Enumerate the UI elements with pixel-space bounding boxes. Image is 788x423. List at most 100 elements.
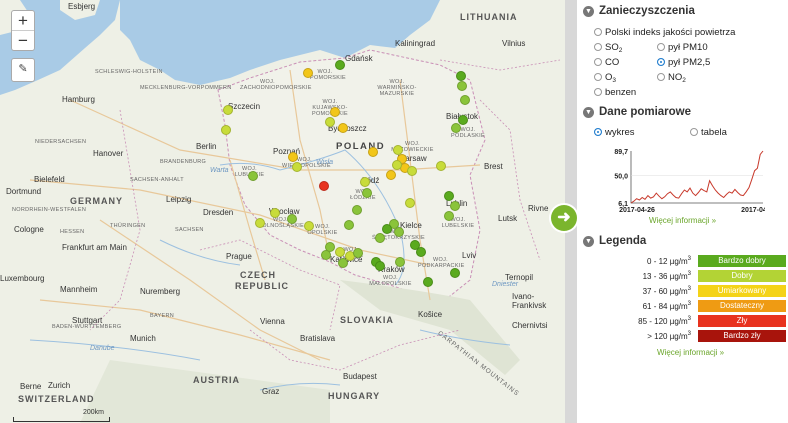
station-marker[interactable] — [416, 247, 426, 257]
station-marker[interactable] — [344, 220, 354, 230]
collapse-triangle-icon: ▼ — [583, 236, 594, 247]
station-marker[interactable] — [375, 261, 385, 271]
station-marker[interactable] — [335, 247, 345, 257]
legend-row: 0 - 12 µg/m3 Bardzo dobry — [585, 255, 786, 268]
zoom-in-button[interactable]: + — [12, 11, 34, 31]
view-chart-option[interactable]: wykres — [594, 127, 635, 138]
station-marker[interactable] — [436, 161, 446, 171]
station-marker[interactable] — [221, 125, 231, 135]
station-marker[interactable] — [450, 268, 460, 278]
collapse-panel-button[interactable]: ➜ — [551, 205, 577, 231]
station-marker[interactable] — [360, 177, 370, 187]
legend-header[interactable]: ▼ Legenda — [583, 235, 646, 247]
station-marker[interactable] — [375, 233, 385, 243]
map-scale: 200km — [13, 409, 110, 422]
option-index[interactable]: Polski indeks jakości powietrza — [594, 27, 735, 38]
option-no2[interactable]: NO2 — [657, 72, 686, 84]
chart-xtick-label: 2017-04-28 — [741, 207, 765, 214]
region-baden: BADEN-WÜRTTEMBERG — [52, 324, 122, 330]
pollutants-header[interactable]: ▼ Zanieczyszczenia — [583, 5, 695, 17]
city-kaliningrad: Kaliningrad — [395, 39, 436, 48]
station-marker[interactable] — [423, 277, 433, 287]
station-marker[interactable] — [382, 224, 392, 234]
station-marker[interactable] — [392, 160, 402, 170]
option-co[interactable]: CO — [594, 57, 619, 68]
station-marker[interactable] — [303, 68, 313, 78]
station-marker[interactable] — [338, 258, 348, 268]
option-pm25[interactable]: pył PM2,5 — [657, 57, 710, 68]
option-so2[interactable]: SO2 — [594, 42, 622, 54]
chart-ytick-label: 50,0 — [614, 174, 628, 181]
station-marker[interactable] — [405, 198, 415, 208]
station-marker[interactable] — [325, 117, 335, 127]
region-pomorskie: WOJ. POMORSKIE — [310, 69, 347, 81]
city-brest: Brest — [484, 162, 503, 171]
legend-range: 85 - 120 µg/m3 — [638, 316, 691, 326]
station-marker[interactable] — [407, 166, 417, 176]
measurements-header[interactable]: ▼ Dane pomiarowe — [583, 106, 691, 118]
station-marker[interactable] — [394, 227, 404, 237]
country-czech: CZECH — [240, 270, 276, 280]
option-o3[interactable]: O3 — [594, 72, 616, 84]
radio-table[interactable] — [690, 128, 698, 136]
option-co-label: CO — [605, 57, 620, 68]
legend-range: 0 - 12 µg/m3 — [647, 256, 691, 266]
station-marker[interactable] — [368, 147, 378, 157]
station-marker[interactable] — [444, 211, 454, 221]
station-marker[interactable] — [451, 123, 461, 133]
radio-chart[interactable] — [594, 128, 602, 136]
radio-index[interactable] — [594, 28, 602, 36]
radio-so2[interactable] — [594, 43, 602, 51]
station-marker[interactable] — [444, 191, 454, 201]
radio-o3[interactable] — [594, 73, 602, 81]
station-marker[interactable] — [457, 81, 467, 91]
legend-more-link[interactable]: Więcej informacji » — [657, 348, 724, 357]
station-marker[interactable] — [338, 123, 348, 133]
station-marker[interactable] — [386, 170, 396, 180]
station-marker[interactable] — [304, 221, 314, 231]
city-hamburg: Hamburg — [62, 95, 95, 104]
station-marker[interactable] — [395, 257, 405, 267]
station-marker[interactable] — [335, 60, 345, 70]
city-budapest: Budapest — [343, 372, 377, 381]
radio-pm25[interactable] — [657, 58, 665, 66]
station-marker[interactable] — [292, 162, 302, 172]
station-marker[interactable] — [450, 201, 460, 211]
city-dresden: Dresden — [203, 208, 234, 217]
station-marker[interactable] — [330, 107, 340, 117]
station-marker[interactable] — [270, 208, 280, 218]
region-zachodniopomorskie: WOJ. ZACHODNIOPOMORSKIE — [240, 79, 312, 91]
view-table-option[interactable]: tabela — [690, 127, 727, 138]
city-lutsk: Lutsk — [498, 214, 518, 223]
city-bielefeld: Bielefeld — [34, 175, 65, 184]
river-danube: Danube — [90, 345, 115, 352]
option-benzen[interactable]: benzen — [594, 87, 636, 98]
scale-bar — [13, 417, 110, 422]
radio-co[interactable] — [594, 58, 602, 66]
zoom-out-button[interactable]: − — [12, 31, 34, 50]
station-marker[interactable] — [223, 105, 233, 115]
station-marker[interactable] — [353, 248, 363, 258]
legend-swatch: Bardzo zły — [698, 330, 786, 342]
option-pm10[interactable]: pył PM10 — [657, 42, 708, 53]
region-brandenburg: BRANDENBURG — [160, 159, 207, 165]
station-marker[interactable] — [352, 205, 362, 215]
station-marker[interactable] — [456, 71, 466, 81]
station-marker[interactable] — [288, 152, 298, 162]
radio-pm10[interactable] — [657, 43, 665, 51]
city-munich: Munich — [130, 334, 156, 343]
station-marker[interactable] — [287, 214, 297, 224]
city-dortmund: Dortmund — [6, 187, 42, 196]
chart-more-link[interactable]: Więcej informacji » — [649, 216, 716, 225]
radio-benzen[interactable] — [594, 88, 602, 96]
station-marker[interactable] — [321, 250, 331, 260]
region-hessen: HESSEN — [60, 229, 85, 235]
pencil-icon[interactable]: ✎ — [11, 58, 35, 82]
station-marker[interactable] — [319, 181, 329, 191]
station-marker[interactable] — [248, 171, 258, 181]
map-view[interactable]: Esbjerg LITHUANIA Vilnius Kaliningrad Gd… — [0, 0, 565, 423]
station-marker[interactable] — [362, 188, 372, 198]
station-marker[interactable] — [460, 95, 470, 105]
station-marker[interactable] — [255, 218, 265, 228]
radio-no2[interactable] — [657, 73, 665, 81]
